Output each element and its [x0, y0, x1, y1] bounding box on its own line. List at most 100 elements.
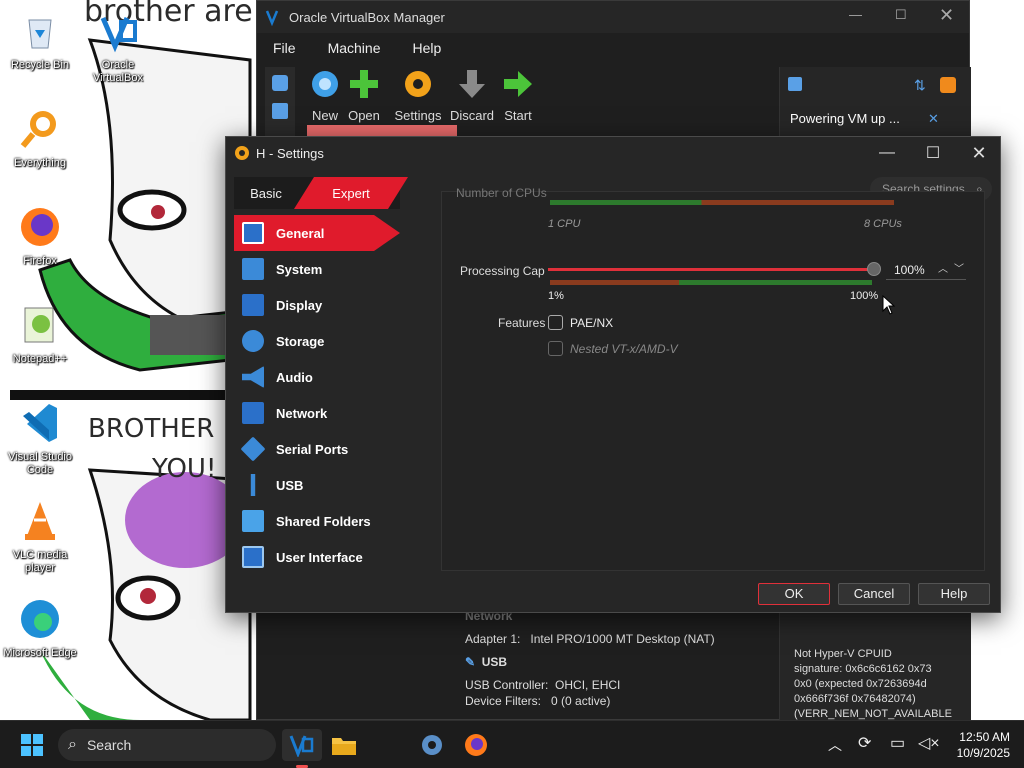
machine-list-icon[interactable] — [272, 103, 288, 119]
category-label: Audio — [276, 369, 313, 385]
sort-icon[interactable]: ⇅ — [914, 77, 926, 94]
category-label: General — [276, 225, 325, 241]
ok-button[interactable]: OK — [758, 583, 830, 605]
network-icon[interactable]: ▭ — [890, 733, 905, 753]
settings-label: Settings — [394, 108, 442, 123]
cancel-button[interactable]: Cancel — [838, 583, 910, 605]
desktop-icon-label: Everything — [14, 157, 66, 169]
cpu-slider-track[interactable] — [550, 200, 894, 205]
maximize-button[interactable]: ☐ — [910, 137, 956, 169]
desktop-icon-vlc[interactable]: VLC media player — [2, 498, 78, 575]
edge-icon — [21, 600, 59, 638]
taskbar-app-settings[interactable] — [412, 729, 452, 761]
notification-icon[interactable] — [940, 77, 956, 93]
category-storage[interactable]: Storage — [234, 323, 400, 359]
desktop-icon-everything[interactable]: Everything — [2, 106, 78, 170]
close-notification-icon[interactable]: ✕ — [928, 111, 939, 127]
virtualbox-icon — [265, 10, 279, 26]
desktop-icon-label: Visual Studio Code — [7, 451, 72, 476]
arrow-down-icon — [459, 70, 485, 98]
desktop-icon-firefox[interactable]: Firefox — [2, 204, 78, 268]
taskbar-app-virtualbox[interactable] — [282, 729, 322, 761]
desktop-icon-recycle-bin[interactable]: Recycle Bin — [2, 8, 78, 72]
tools-icon[interactable] — [272, 75, 288, 91]
open-label: Open — [348, 108, 380, 123]
category-audio[interactable]: Audio — [234, 359, 400, 395]
desktop-icon-label: VLC media player — [12, 549, 68, 574]
category-serial-ports[interactable]: Serial Ports — [234, 431, 400, 467]
chevron-up-icon[interactable]: ︿ — [938, 260, 948, 280]
nested-virt-label: Nested VT-x/AMD-V — [570, 342, 678, 356]
log-line: 0x666f736f 0x76482074) — [794, 693, 916, 705]
cap-spinbox[interactable]: 100% ︿ ﹀ — [886, 260, 966, 280]
mode-basic-tab[interactable]: Basic — [234, 186, 298, 201]
gear-icon — [405, 71, 431, 97]
cpu-label: Number of CPUs — [456, 186, 547, 198]
desktop-icon-edge[interactable]: Microsoft Edge — [2, 596, 78, 660]
mode-switch: Basic Expert — [234, 177, 408, 209]
category-general[interactable]: General — [234, 215, 400, 251]
adapter-value: Intel PRO/1000 MT Desktop (NAT) — [530, 632, 715, 646]
minimize-button[interactable]: — — [849, 7, 862, 22]
log-line: 0x0 (expected 0x7263694d — [794, 678, 927, 690]
category-system[interactable]: System — [234, 251, 400, 287]
clock-time: 12:50 AM — [959, 730, 1010, 744]
taskbar: ⌕ Search ︿ ⟳ ▭ ◁× 12:50 AM 10/9/2025 — [0, 720, 1024, 768]
taskbar-clock[interactable]: 12:50 AM 10/9/2025 — [946, 729, 1010, 761]
general-icon — [242, 222, 264, 244]
close-button[interactable]: ✕ — [956, 137, 1002, 169]
search-icon: ⌕ — [68, 736, 77, 753]
category-shared-folders[interactable]: Shared Folders — [234, 503, 400, 539]
taskbar-app-firefox[interactable] — [456, 729, 496, 761]
audio-speaker-icon — [242, 366, 264, 388]
pae-checkbox[interactable] — [548, 315, 563, 330]
chevron-down-icon[interactable]: ﹀ — [954, 260, 964, 280]
category-user-interface[interactable]: User Interface — [234, 539, 400, 575]
menu-machine[interactable]: Machine — [312, 40, 397, 56]
cap-label: Processing Cap — [460, 264, 545, 278]
taskbar-app-file-explorer[interactable] — [324, 729, 364, 761]
chat-icon[interactable] — [788, 77, 802, 91]
sync-icon[interactable]: ⟳ — [858, 733, 871, 753]
mode-expert-tab[interactable]: Expert — [294, 177, 408, 209]
manager-menubar: File Machine Help — [257, 33, 969, 63]
desktop-icon-label: Firefox — [23, 255, 57, 267]
volume-muted-icon[interactable]: ◁× — [918, 733, 940, 753]
start-button[interactable] — [12, 729, 52, 761]
open-button[interactable]: Open — [336, 67, 392, 123]
desktop-icon-virtualbox[interactable]: Oracle VirtualBox — [80, 8, 156, 85]
settings-button[interactable]: Settings — [390, 67, 446, 123]
taskbar-app-blank[interactable] — [366, 729, 406, 761]
cpu-min-label: 1 CPU — [548, 218, 581, 230]
nested-virt-checkbox[interactable] — [548, 341, 563, 356]
start-button[interactable]: Start — [490, 67, 546, 123]
cap-slider-handle[interactable] — [867, 262, 881, 276]
desktop-icon-vscode[interactable]: Visual Studio Code — [2, 400, 78, 477]
desktop-icon-label: Recycle Bin — [10, 59, 70, 71]
chevron-up-icon[interactable]: ︿ — [828, 735, 842, 755]
taskbar-search-label: Search — [86, 737, 132, 753]
display-monitor-icon — [242, 294, 264, 316]
close-button[interactable]: ✕ — [939, 5, 954, 26]
taskbar-search[interactable]: ⌕ Search — [58, 729, 276, 761]
help-button[interactable]: Help — [918, 583, 990, 605]
category-display[interactable]: Display — [234, 287, 400, 323]
gear-icon — [422, 735, 442, 755]
desktop-icon-notepadpp[interactable]: Notepad++ — [2, 302, 78, 366]
menu-help[interactable]: Help — [396, 40, 457, 56]
usb-icon — [250, 474, 256, 496]
category-usb[interactable]: USB — [234, 467, 400, 503]
category-label: Serial Ports — [276, 441, 349, 457]
manager-titlebar: Oracle VirtualBox Manager — ☐ ✕ — [257, 1, 969, 33]
settings-title: H - Settings — [256, 145, 324, 161]
menu-file[interactable]: File — [257, 40, 312, 56]
virtualbox-icon — [289, 735, 314, 757]
category-network[interactable]: Network — [234, 395, 400, 431]
usb-icon: ✎ — [465, 655, 476, 669]
cap-slider-track[interactable] — [548, 268, 874, 271]
minimize-button[interactable]: — — [864, 137, 910, 169]
log-line: signature: 0x6c6c6162 0x73 — [794, 663, 932, 675]
desktop-icon-label: Notepad++ — [12, 353, 68, 365]
maximize-button[interactable]: ☐ — [895, 7, 907, 23]
category-label: System — [276, 261, 323, 277]
